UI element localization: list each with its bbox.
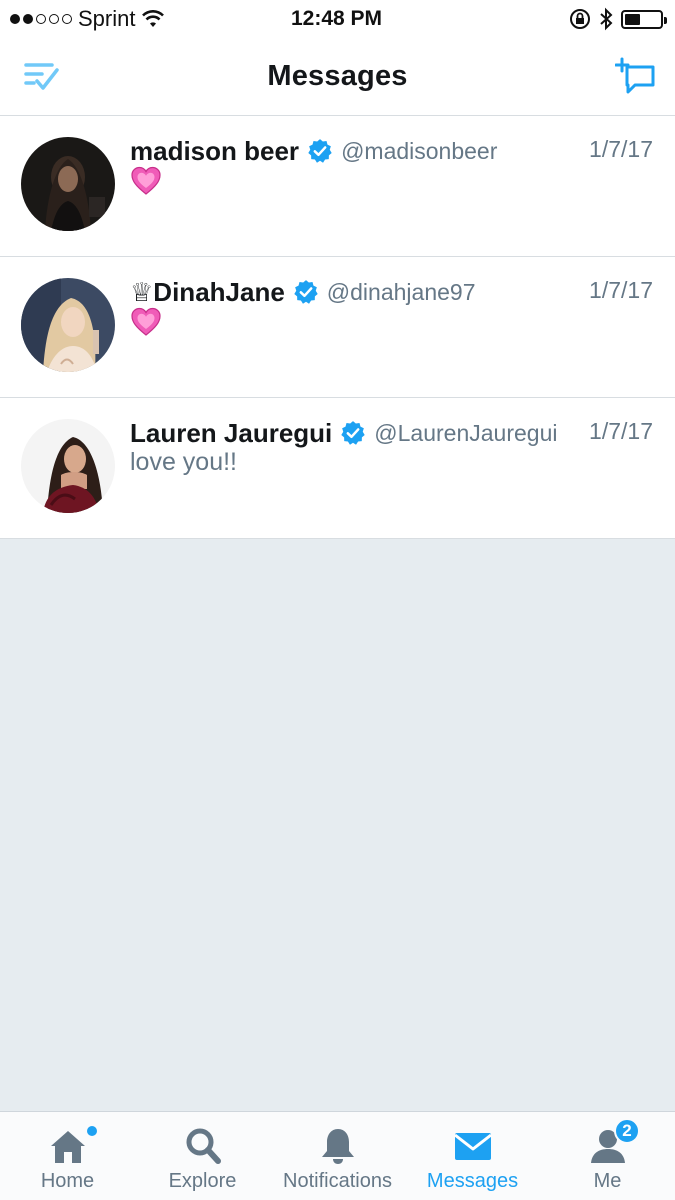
heart-emoji-icon <box>131 307 161 336</box>
heart-emoji-icon <box>131 166 161 195</box>
carrier-name: Sprint <box>78 6 136 31</box>
tab-label: Explore <box>168 1170 237 1192</box>
contact-handle: @LaurenJauregui <box>374 419 558 446</box>
page-title: Messages <box>267 60 408 92</box>
avatar[interactable] <box>21 278 115 372</box>
tab-bar: Home Explore Notifications Messages 2 Me <box>0 1111 675 1200</box>
tab-label: Home <box>40 1170 95 1192</box>
bluetooth-icon <box>600 7 613 31</box>
message-date: 1/7/17 <box>589 418 653 444</box>
tab-me[interactable]: 2 Me <box>540 1112 675 1200</box>
new-content-indicator <box>87 1126 97 1136</box>
status-bar-right <box>443 7 667 31</box>
conversation-row[interactable]: madison beer @madisonbeer 1/7/17 <box>0 116 675 257</box>
verified-badge-icon <box>294 280 318 304</box>
conversation-list: madison beer @madisonbeer 1/7/17 ♕DinahJ… <box>0 116 675 539</box>
conversation-row[interactable]: Lauren Jauregui @LaurenJauregui 1/7/17 l… <box>0 398 675 539</box>
envelope-icon <box>453 1133 492 1160</box>
tab-messages[interactable]: Messages <box>405 1112 540 1200</box>
tab-label: Notifications <box>283 1170 392 1192</box>
avatar[interactable] <box>21 419 115 513</box>
status-bar: Sprint 12:48 PM <box>0 0 675 38</box>
tab-explore[interactable]: Explore <box>135 1112 270 1200</box>
avatar[interactable] <box>21 137 115 231</box>
message-preview: love you!! <box>130 448 238 476</box>
nav-bar: Messages <box>0 38 675 116</box>
status-time: 12:48 PM <box>290 7 383 30</box>
contact-name: madison beer <box>130 135 300 166</box>
tab-label: Me <box>593 1170 622 1192</box>
tab-home[interactable]: Home <box>0 1112 135 1200</box>
message-preview <box>130 166 162 203</box>
bell-icon <box>321 1129 354 1164</box>
battery-level-fill <box>625 13 641 25</box>
battery-icon <box>621 9 667 29</box>
conversation-header: madison beer @madisonbeer <box>130 133 655 169</box>
status-bar-left: Sprint <box>10 6 230 32</box>
new-message-icon[interactable] <box>615 56 657 96</box>
tab-notifications[interactable]: Notifications <box>270 1112 405 1200</box>
wifi-icon <box>142 10 165 27</box>
contact-name: ♕DinahJane <box>130 276 285 307</box>
contact-handle: @madisonbeer <box>341 137 498 164</box>
conversation-header: ♕DinahJane @dinahjane97 <box>130 274 655 310</box>
filter-check-icon[interactable] <box>22 58 62 94</box>
tab-label: Messages <box>426 1170 519 1192</box>
contact-handle: @dinahjane97 <box>326 278 476 305</box>
conversation-header: Lauren Jauregui @LaurenJauregui <box>130 415 655 451</box>
signal-strength-icon <box>10 14 72 24</box>
messages-screen: Sprint 12:48 PM Messages madison beer @m… <box>0 0 675 1200</box>
verified-badge-icon <box>341 421 365 445</box>
message-date: 1/7/17 <box>589 277 653 303</box>
search-icon <box>186 1128 221 1164</box>
message-preview <box>130 307 162 344</box>
notification-count-badge: 2 <box>614 1118 640 1144</box>
home-icon <box>50 1131 85 1163</box>
verified-badge-icon <box>308 139 332 163</box>
conversation-row[interactable]: ♕DinahJane @dinahjane97 1/7/17 <box>0 257 675 398</box>
rotation-lock-icon <box>570 9 590 29</box>
contact-name: Lauren Jauregui <box>130 417 333 448</box>
message-date: 1/7/17 <box>589 136 653 162</box>
